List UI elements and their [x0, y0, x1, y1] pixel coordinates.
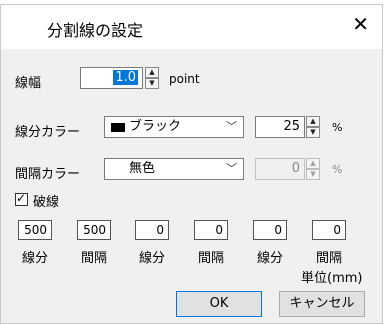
ok-button[interactable]: OK	[176, 291, 262, 317]
pattern-input-3[interactable]: 0	[135, 220, 169, 240]
line-color-percent-unit: %	[332, 121, 343, 134]
line-width-unit: point	[169, 72, 200, 86]
line-width-spinner[interactable]: ▲ ▼	[145, 67, 159, 89]
line-width-value: 1.0	[113, 70, 138, 85]
spin-up-icon[interactable]: ▲	[306, 116, 320, 127]
line-width-input[interactable]: 1.0	[80, 67, 143, 89]
pattern-caption-3: 線分	[138, 251, 165, 266]
pattern-caption-2: 間隔	[80, 251, 107, 266]
pattern-value-4: 0	[215, 223, 223, 237]
pattern-caption-1: 線分	[21, 251, 48, 266]
pattern-input-5[interactable]: 0	[253, 220, 287, 240]
pattern-caption-4: 間隔	[197, 251, 224, 266]
spin-up-icon[interactable]: ▲	[145, 67, 159, 78]
line-color-value: ブラック	[129, 119, 182, 134]
pattern-value-1: 500	[24, 223, 47, 237]
gap-color-value: 無色	[129, 161, 156, 176]
line-color-label: 線分カラー	[15, 125, 81, 140]
pattern-input-4[interactable]: 0	[194, 220, 228, 240]
line-color-percent-input[interactable]: 25	[255, 116, 305, 138]
gap-color-percent-input[interactable]: 0	[255, 158, 305, 180]
pattern-value-2: 500	[83, 223, 106, 237]
check-icon: ✓	[16, 191, 27, 205]
color-swatch	[111, 123, 125, 132]
gap-color-percent-spinner[interactable]: ▲ ▼	[306, 158, 320, 180]
line-color-percent-value: 25	[283, 119, 300, 134]
line-width-label: 線幅	[15, 76, 42, 91]
gap-color-label: 間隔カラー	[15, 167, 81, 182]
close-icon[interactable]: ✕	[352, 14, 369, 34]
chevron-down-icon: ﹀	[226, 120, 237, 133]
dialog-title: 分割線の設定	[47, 21, 144, 40]
pattern-input-2[interactable]: 500	[77, 220, 111, 240]
pattern-input-6[interactable]: 0	[312, 220, 346, 240]
chevron-down-icon: ﹀	[226, 162, 237, 175]
gap-color-percent-unit: %	[332, 163, 343, 176]
line-color-percent-spinner[interactable]: ▲ ▼	[306, 116, 320, 138]
title-bar: 分割線の設定 ✕	[1, 5, 382, 49]
pattern-value-3: 0	[156, 223, 164, 237]
dashed-checkbox[interactable]: ✓	[15, 191, 28, 206]
spin-up-icon[interactable]: ▲	[306, 158, 320, 169]
pattern-input-1[interactable]: 500	[18, 220, 52, 240]
pattern-caption-5: 線分	[256, 251, 283, 266]
dashed-label: 破線	[33, 195, 60, 210]
gap-color-percent-value: 0	[291, 161, 300, 176]
spin-down-icon[interactable]: ▼	[145, 78, 159, 89]
pattern-caption-6: 間隔	[315, 251, 342, 266]
pattern-value-6: 0	[333, 223, 341, 237]
unit-label: 単位(mm)	[301, 271, 363, 286]
pattern-value-5: 0	[274, 223, 282, 237]
gap-color-select[interactable]: 無色 ﹀	[104, 158, 244, 180]
line-settings-dialog: 分割線の設定 ✕ 線幅 1.0 ▲ ▼ point 線分カラー ブラック ﹀ 2…	[0, 4, 383, 324]
spin-down-icon[interactable]: ▼	[306, 127, 320, 138]
spin-down-icon[interactable]: ▼	[306, 169, 320, 180]
line-color-select[interactable]: ブラック ﹀	[104, 116, 244, 138]
cancel-button[interactable]: キャンセル	[279, 291, 365, 317]
